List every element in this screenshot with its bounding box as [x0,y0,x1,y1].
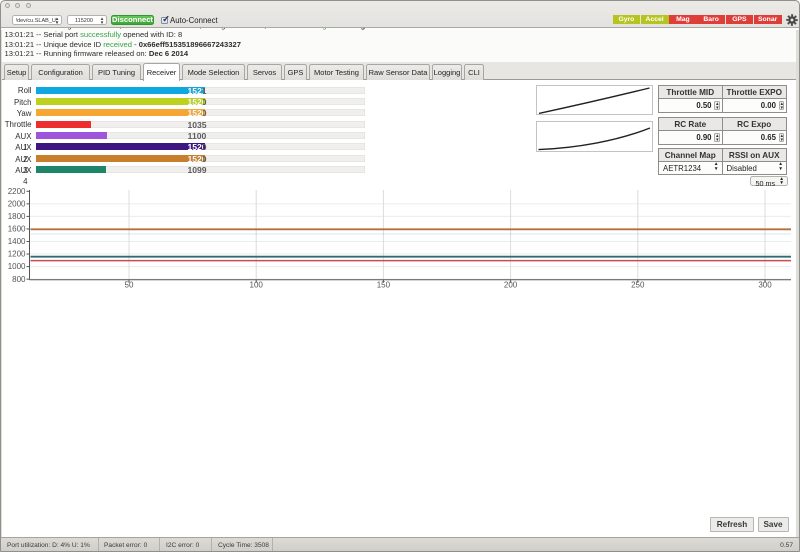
svg-text:1600: 1600 [8,225,26,234]
svg-text:1800: 1800 [8,212,26,221]
svg-text:1000: 1000 [8,262,26,271]
svg-text:1400: 1400 [8,237,26,246]
svg-text:2000: 2000 [8,199,26,208]
svg-text:2200: 2200 [8,187,26,196]
svg-text:1200: 1200 [8,250,26,259]
svg-text:800: 800 [12,275,26,284]
